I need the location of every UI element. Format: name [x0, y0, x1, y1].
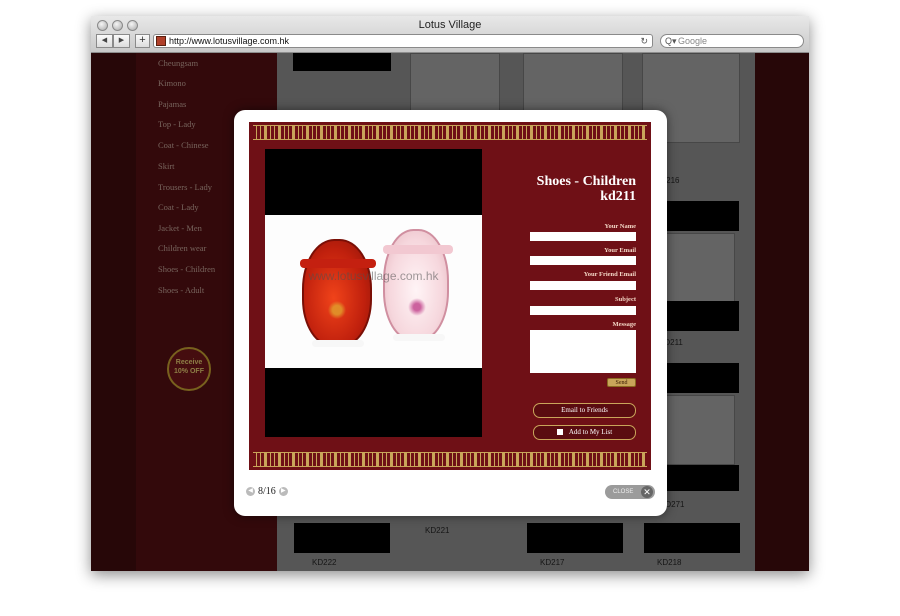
- back-button[interactable]: ◀: [96, 34, 113, 48]
- pager-count: 8/16: [258, 486, 276, 497]
- close-icon[interactable]: ✕: [641, 486, 653, 498]
- close-button[interactable]: CLOSE ✕: [605, 485, 655, 499]
- subject-label: Subject: [615, 296, 636, 303]
- title-bar: Lotus Village ◀ ▶ + http://www.lotusvill…: [91, 16, 809, 53]
- shoe-strap: [383, 245, 453, 254]
- lightbox-dialog: www.lotusvillage.com.hk Shoes - Children…: [234, 110, 667, 516]
- pink-shoe-image: [383, 229, 453, 341]
- your-name-label: Your Name: [604, 223, 636, 230]
- product-category: Shoes - Children: [536, 174, 636, 189]
- forward-button[interactable]: ▶: [113, 34, 130, 48]
- shoe-sole: [393, 334, 445, 341]
- checkbox-icon[interactable]: [556, 429, 563, 435]
- search-icon: Q▾: [665, 36, 677, 46]
- product-image-frame: www.lotusvillage.com.hk: [265, 149, 482, 437]
- close-label: CLOSE: [613, 489, 634, 495]
- friend-email-label: Your Friend Email: [583, 271, 636, 278]
- your-email-field[interactable]: [530, 256, 636, 265]
- message-field[interactable]: [530, 330, 636, 373]
- watermark-text: www.lotusvillage.com.hk: [308, 269, 439, 283]
- red-shoe-image: [300, 239, 376, 347]
- send-button[interactable]: Send: [607, 378, 636, 387]
- message-label: Message: [612, 321, 636, 328]
- search-input[interactable]: Q▾ Google: [660, 34, 804, 48]
- add-bookmark-button[interactable]: +: [135, 34, 150, 48]
- reload-icon[interactable]: ↻: [640, 35, 648, 47]
- window-title: Lotus Village: [418, 19, 482, 31]
- product-panel: www.lotusvillage.com.hk Shoes - Children…: [249, 122, 651, 470]
- previous-arrow-icon[interactable]: ◀: [246, 487, 255, 496]
- image-pager: ◀ 8/16 ▶: [246, 486, 288, 497]
- product-title: Shoes - Children kd211: [537, 174, 636, 204]
- subject-field[interactable]: [530, 306, 636, 315]
- history-buttons: ◀ ▶: [96, 34, 130, 48]
- shoe-strap: [300, 259, 376, 268]
- url-text: http://www.lotusvillage.com.hk: [169, 36, 290, 46]
- add-to-list-label: Add to My List: [568, 428, 613, 436]
- friend-email-field[interactable]: [530, 281, 636, 290]
- address-bar[interactable]: http://www.lotusvillage.com.hk ↻: [153, 34, 653, 48]
- shoe-sole: [312, 340, 364, 347]
- favicon-icon: [156, 36, 166, 46]
- fret-border-top: [253, 125, 647, 140]
- product-photo: www.lotusvillage.com.hk: [265, 215, 482, 368]
- shoe-pattern: [322, 293, 352, 327]
- shoe-pattern: [399, 289, 435, 325]
- product-code: kd211: [600, 189, 636, 204]
- add-to-list-button[interactable]: Add to My List: [533, 425, 636, 440]
- email-to-friends-button[interactable]: Email to Friends: [533, 403, 636, 418]
- search-placeholder: Google: [678, 36, 708, 46]
- your-email-label: Your Email: [604, 247, 636, 254]
- next-arrow-icon[interactable]: ▶: [278, 487, 288, 496]
- your-name-field[interactable]: [530, 232, 636, 241]
- fret-border-bottom: [253, 452, 647, 467]
